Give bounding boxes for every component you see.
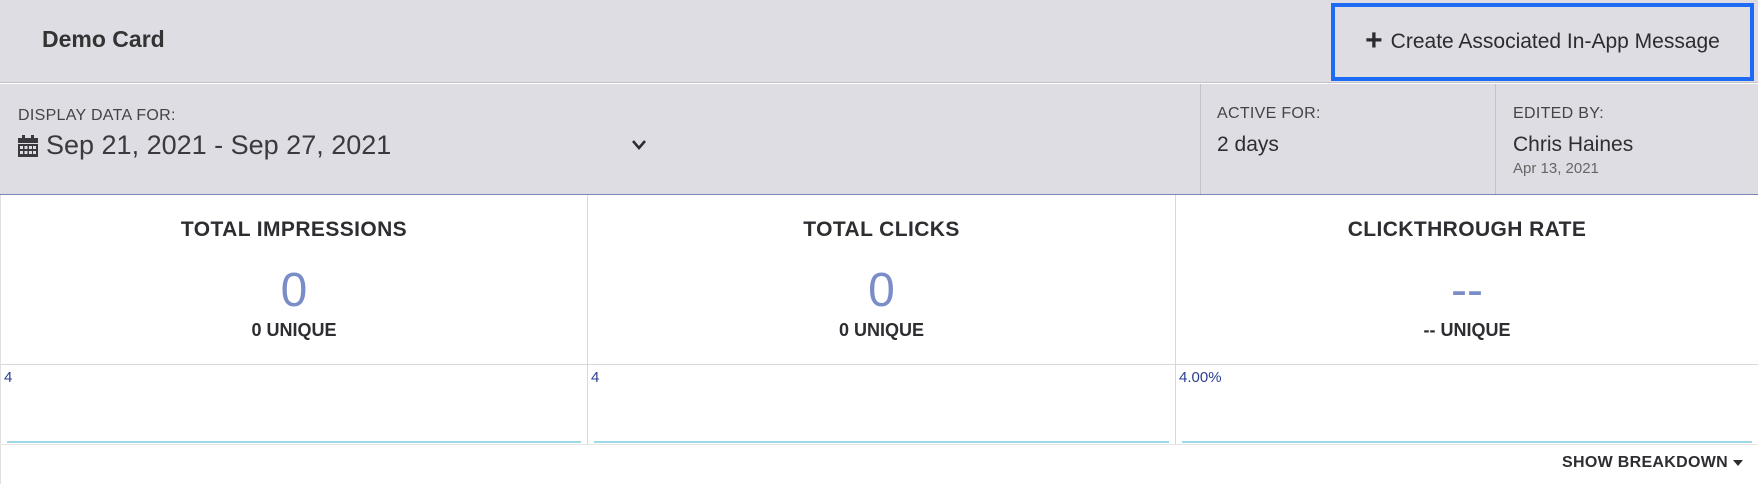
page-title: Demo Card xyxy=(42,26,165,52)
create-in-app-message-button[interactable]: + Create Associated In-App Message xyxy=(1331,3,1754,81)
stats-panel: TOTAL IMPRESSIONS 0 0 UNIQUE 4 TOTAL CLI… xyxy=(0,195,1758,484)
stat-title: TOTAL CLICKS xyxy=(803,218,960,241)
calendar-icon xyxy=(18,134,38,157)
stat-clickthrough-rate: CLICKTHROUGH RATE -- -- UNIQUE 4.00% xyxy=(1176,195,1758,445)
chart-y-max-label: 4 xyxy=(4,369,13,386)
stat-unique: -- UNIQUE xyxy=(1423,320,1511,340)
create-in-app-message-label: Create Associated In-App Message xyxy=(1390,30,1720,53)
active-for-value: 2 days xyxy=(1217,133,1279,156)
chart-line xyxy=(7,441,581,443)
caret-down-icon xyxy=(1733,460,1743,466)
stat-value: 0 xyxy=(868,264,895,317)
chevron-down-icon[interactable] xyxy=(630,138,648,152)
stat-total-impressions: TOTAL IMPRESSIONS 0 0 UNIQUE 4 xyxy=(1,195,588,445)
stat-value: -- xyxy=(1451,264,1483,317)
sparkline-chart: 4.00% xyxy=(1176,364,1758,445)
sparkline-chart: 4 xyxy=(588,364,1175,445)
stat-title: CLICKTHROUGH RATE xyxy=(1347,218,1587,241)
stat-value: 0 xyxy=(280,264,308,317)
chart-line xyxy=(1182,441,1752,443)
edited-date: Apr 13, 2021 xyxy=(1513,160,1599,177)
stat-title: TOTAL IMPRESSIONS xyxy=(180,218,408,241)
display-data-label: DISPLAY DATA FOR: xyxy=(18,107,176,124)
chart-y-max-label: 4.00% xyxy=(1179,369,1222,386)
stat-unique: 0 UNIQUE xyxy=(838,320,925,340)
date-range-picker[interactable]: Sep 21, 2021 - Sep 27, 2021 xyxy=(18,130,391,161)
stat-total-clicks: TOTAL CLICKS 0 0 UNIQUE 4 xyxy=(588,195,1176,445)
edited-by-label: EDITED BY: xyxy=(1513,105,1605,122)
divider xyxy=(1495,84,1496,194)
footer-divider xyxy=(0,444,1758,484)
show-breakdown-button[interactable]: SHOW BREAKDOWN xyxy=(1562,454,1743,472)
stat-unique: 0 UNIQUE xyxy=(251,320,337,340)
sparkline-chart: 4 xyxy=(1,364,587,445)
divider xyxy=(1200,84,1201,194)
plus-icon: + xyxy=(1365,23,1383,57)
edited-by-name: Chris Haines xyxy=(1513,133,1634,156)
date-range-value: Sep 21, 2021 - Sep 27, 2021 xyxy=(46,130,392,160)
chart-line xyxy=(594,441,1169,443)
chart-y-max-label: 4 xyxy=(591,369,600,386)
show-breakdown-label: SHOW BREAKDOWN xyxy=(1562,454,1728,471)
page-header: Demo Card + Create Associated In-App Mes… xyxy=(0,0,1758,83)
active-for-label: ACTIVE FOR: xyxy=(1217,105,1321,122)
